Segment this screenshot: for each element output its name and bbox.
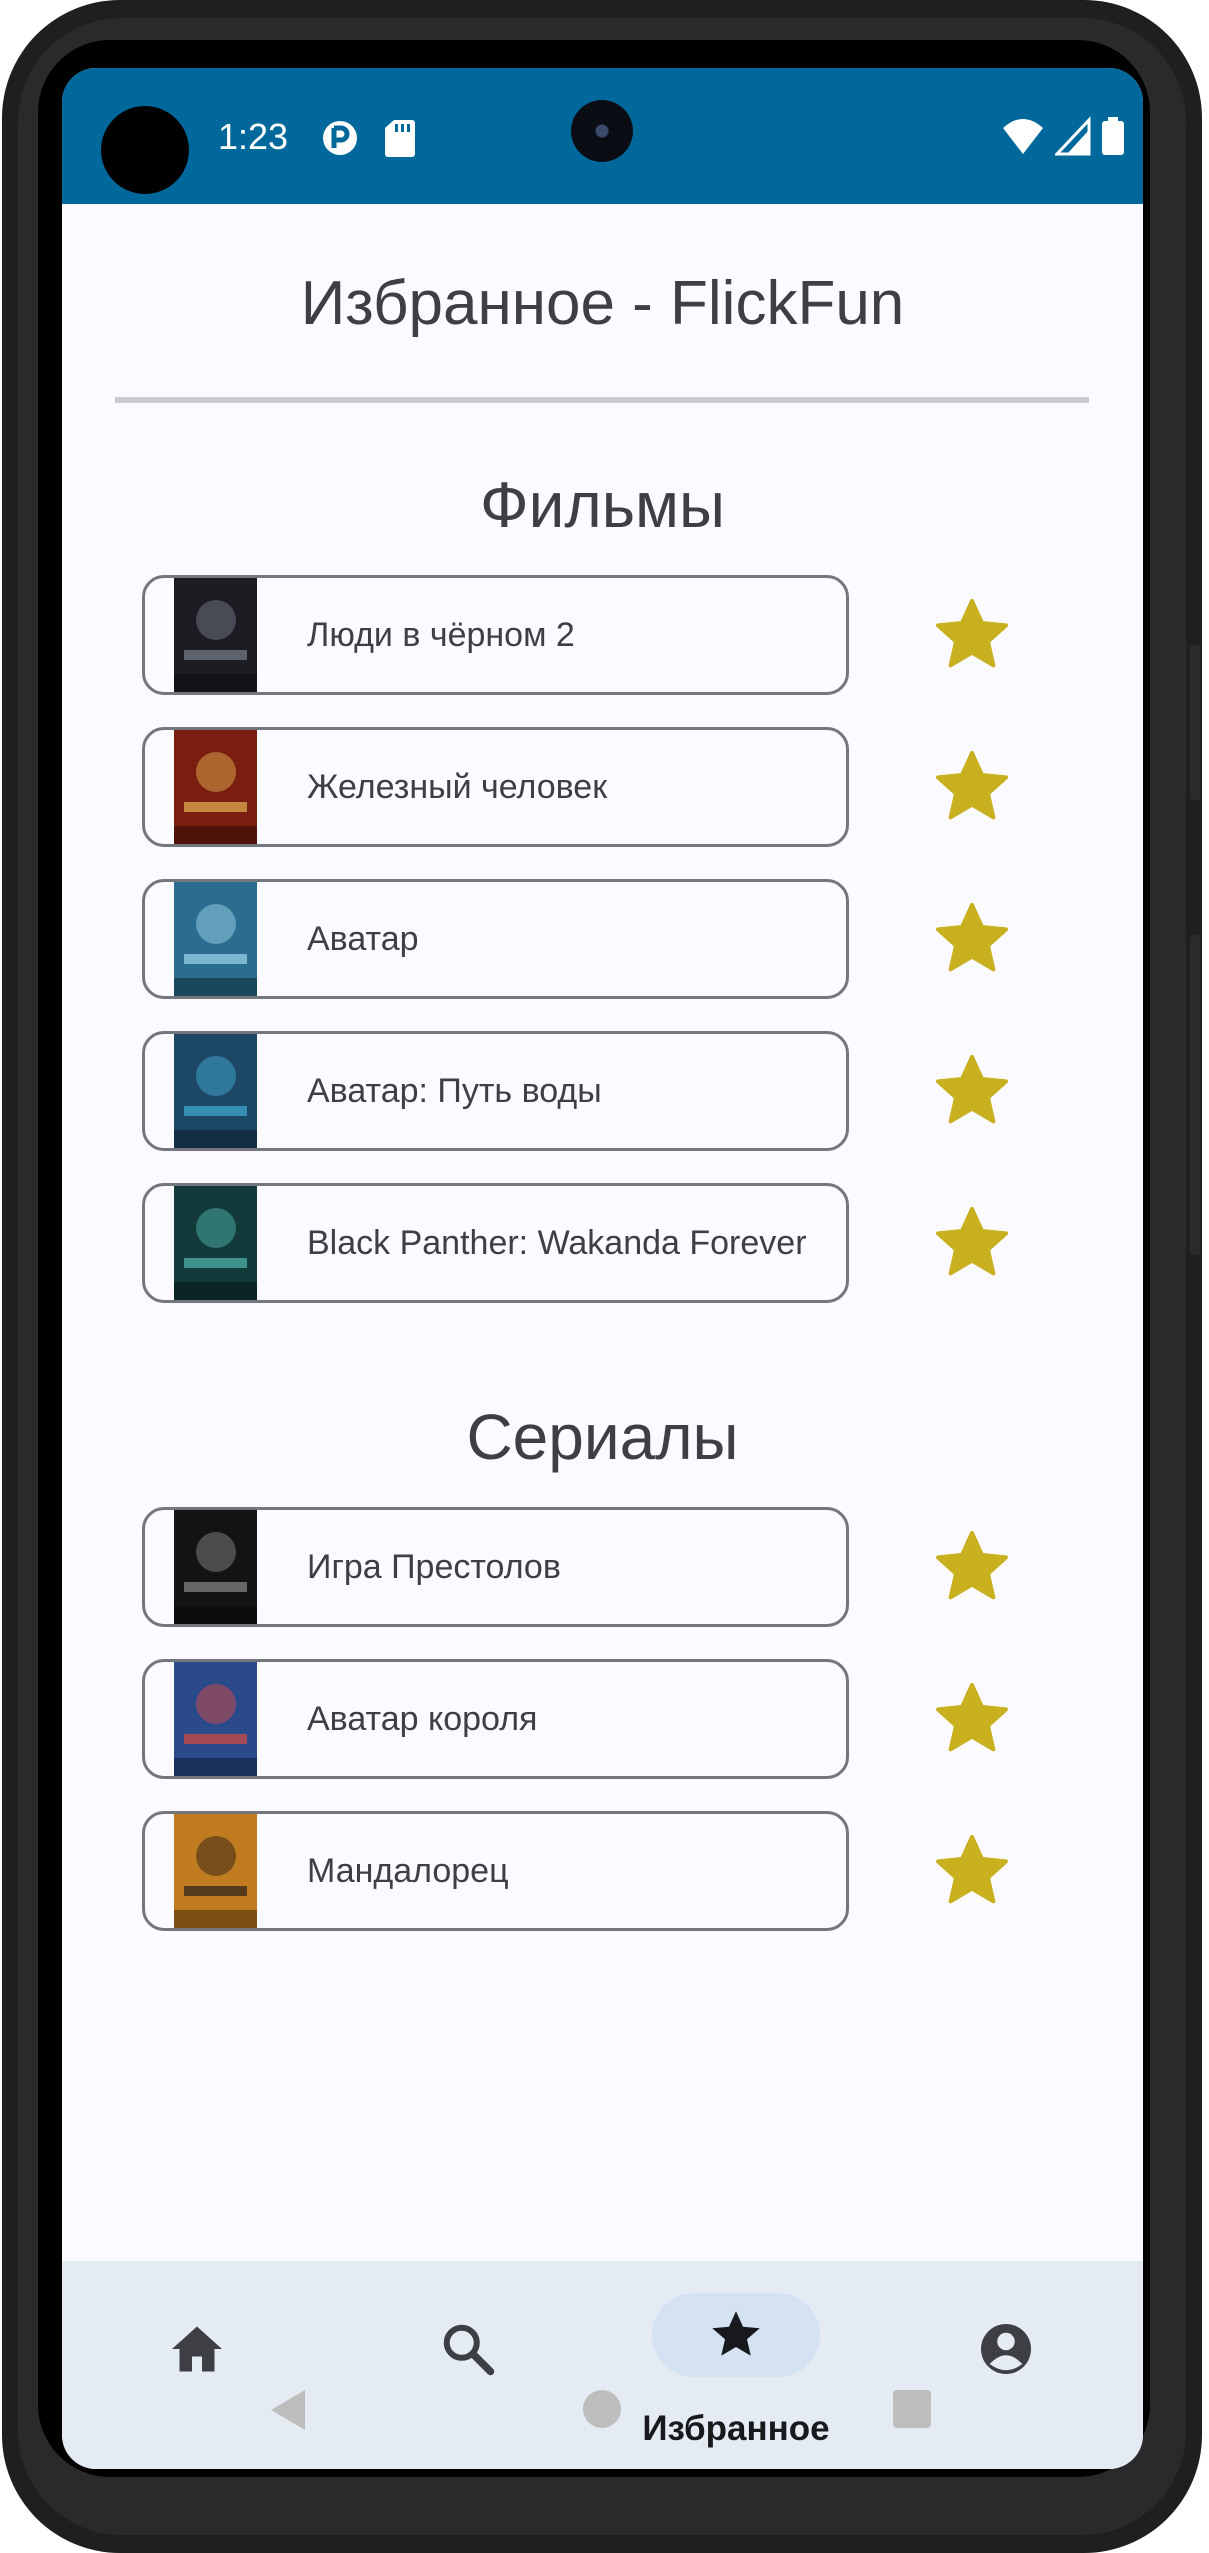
movie-item[interactable]: Люди в чёрном 2	[142, 575, 849, 695]
poster-image	[174, 730, 257, 844]
favorite-star-icon[interactable]	[932, 1203, 1012, 1283]
poster-image	[174, 882, 257, 996]
movies-section-title: Фильмы	[479, 469, 726, 541]
poster-image	[174, 1034, 257, 1148]
movie-item[interactable]: Аватар: Путь воды	[142, 1031, 849, 1151]
page-title: Избранное - FlickFun	[300, 269, 905, 338]
poster-image	[174, 1814, 257, 1928]
favorite-star-icon[interactable]	[932, 1527, 1012, 1607]
battery-icon	[1102, 117, 1124, 155]
wifi-icon	[1003, 119, 1043, 154]
status-bar: 1:23	[62, 68, 1143, 204]
favorite-star-icon[interactable]	[932, 747, 1012, 827]
movie-title: Люди в чёрном 2	[307, 616, 575, 654]
favorite-star-icon[interactable]	[932, 899, 1012, 979]
poster-image	[174, 578, 257, 692]
favorite-star-icon[interactable]	[932, 595, 1012, 675]
front-camera	[571, 100, 633, 162]
series-item[interactable]: Игра Престолов	[142, 1507, 849, 1627]
header-divider	[115, 397, 1089, 403]
sd-card-icon	[385, 120, 415, 157]
poster-image	[174, 1662, 257, 1776]
volume-button	[1190, 645, 1200, 800]
status-time: 1:23	[218, 116, 289, 157]
power-button	[1190, 935, 1200, 1255]
series-item[interactable]: Мандалорец	[142, 1811, 849, 1931]
series-title: Игра Престолов	[307, 1548, 561, 1586]
movie-title: Железный человек	[307, 768, 608, 806]
movie-item[interactable]: Аватар	[142, 879, 849, 999]
data-saver-icon	[323, 121, 357, 155]
phone-frame: 1:23 Избранное - FlickFun Фильмы Люди в …	[2, 0, 1202, 2553]
movie-item[interactable]: Black Panther: Wakanda Forever	[142, 1183, 849, 1303]
series-title: Аватар короля	[307, 1700, 538, 1738]
cellular-signal-icon	[1055, 116, 1091, 156]
favorite-star-icon[interactable]	[932, 1679, 1012, 1759]
favorite-star-icon[interactable]	[932, 1831, 1012, 1911]
poster-image	[174, 1186, 257, 1300]
app-screen: 1:23 Избранное - FlickFun Фильмы Люди в …	[62, 68, 1143, 2469]
favorite-star-icon[interactable]	[932, 1051, 1012, 1131]
movie-title: Аватар	[307, 920, 419, 958]
series-section-title: Сериалы	[466, 1401, 739, 1473]
poster-image	[174, 1510, 257, 1624]
recents-icon[interactable]	[892, 2390, 932, 2428]
movie-title: Black Panther: Wakanda Forever	[307, 1224, 807, 1262]
movie-title: Аватар: Путь воды	[307, 1072, 602, 1110]
camera-cutout	[101, 106, 189, 194]
status-right-icons	[1001, 116, 1125, 156]
series-item[interactable]: Аватар короля	[142, 1659, 849, 1779]
series-title: Мандалорец	[307, 1852, 509, 1890]
back-icon[interactable]	[267, 2388, 309, 2432]
system-navigation-bar	[62, 2348, 1143, 2468]
home-circle-icon[interactable]	[582, 2389, 622, 2429]
movie-item[interactable]: Железный человек	[142, 727, 849, 847]
